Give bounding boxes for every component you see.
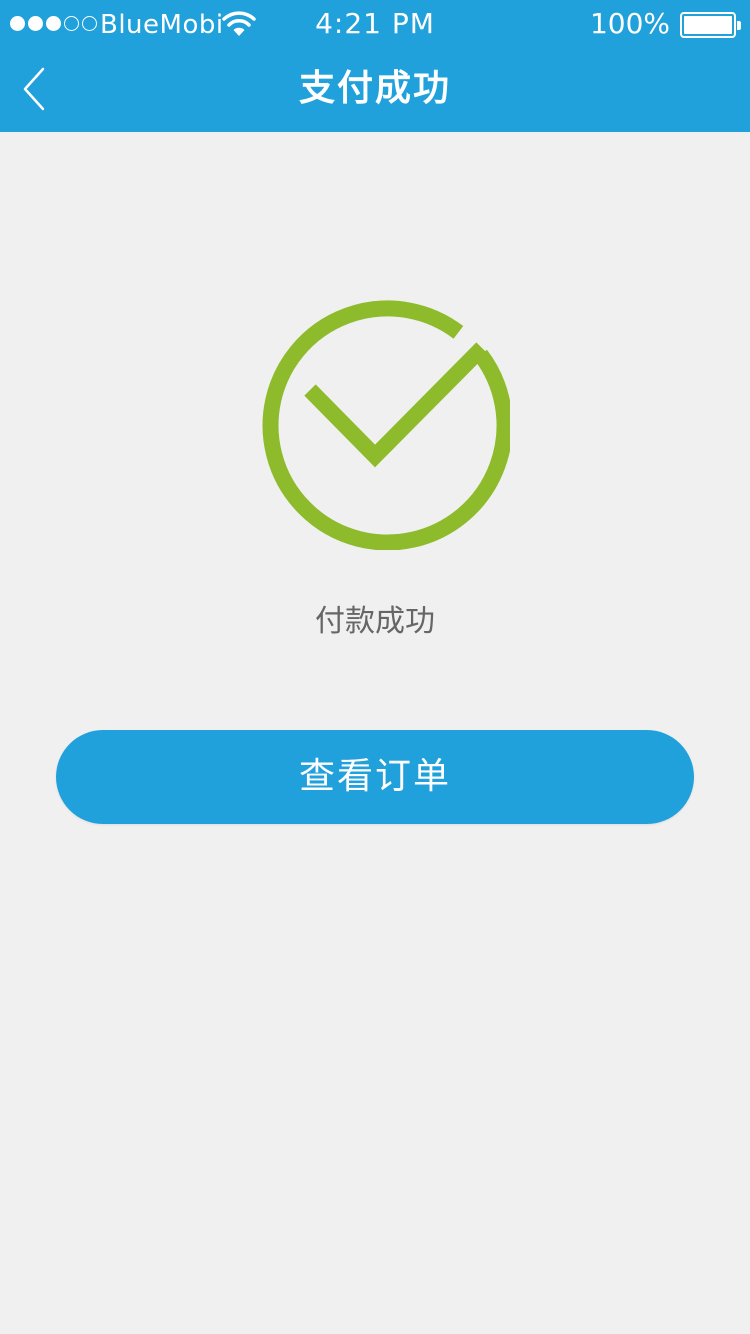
battery-icon xyxy=(680,12,741,38)
view-order-button[interactable]: 查看订单 xyxy=(56,730,694,824)
battery-fill xyxy=(684,16,732,34)
check-circle-icon xyxy=(262,300,510,550)
page-title: 支付成功 xyxy=(298,68,451,109)
battery-percent: 100% xyxy=(589,7,670,40)
header: BlueMobi 4:21 PM 100% 支付成功 xyxy=(0,0,750,132)
navigation-bar: 支付成功 xyxy=(0,50,750,132)
status-bar: BlueMobi 4:21 PM 100% xyxy=(0,0,750,50)
payment-success-message: 付款成功 xyxy=(315,604,435,639)
